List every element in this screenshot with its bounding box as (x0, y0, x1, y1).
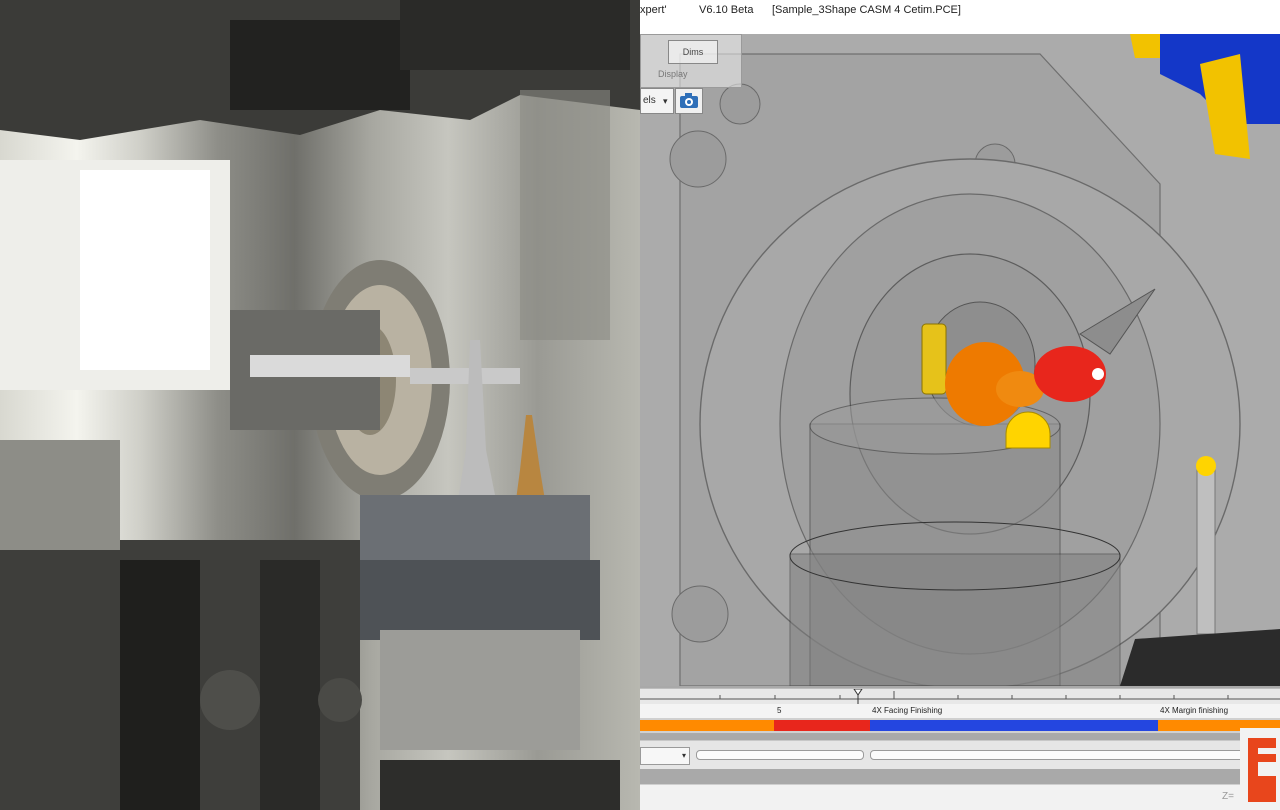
operation-label-2: 4X Margin finishing (1160, 706, 1229, 715)
app-title: xpert' (640, 4, 667, 16)
operation-segment-0-active[interactable] (774, 720, 870, 731)
cam-application: xpert' V6.10 Beta [Sample_3Shape CASM 4 … (640, 0, 1280, 810)
app-version: V6.10 Beta (699, 4, 754, 16)
simulation-controls: ▾ (640, 740, 1280, 769)
operation-labels: 5 4X Facing Finishing 4X Margin finishin… (640, 704, 1280, 718)
display-mode-select[interactable]: els ▾ (640, 88, 674, 114)
chevron-down-icon: ▾ (681, 751, 686, 760)
operation-bar[interactable] (640, 718, 1280, 734)
operation-label-0: 5 (777, 706, 782, 715)
machine-photo (0, 0, 640, 810)
chevron-down-icon: ▾ (663, 96, 668, 106)
speed-slider[interactable] (696, 750, 864, 760)
simulation-viewport[interactable] (640, 34, 1280, 690)
fixture-pin (921, 323, 947, 395)
bolt-hole (671, 585, 729, 643)
window-titlebar: xpert' V6.10 Beta [Sample_3Shape CASM 4 … (640, 0, 1280, 34)
brand-logo (1240, 728, 1280, 810)
snapshot-button[interactable] (675, 88, 703, 114)
timeline-cursor (853, 688, 863, 696)
panel-sublabel: Display (658, 69, 688, 79)
machine-simulation-scene (640, 34, 1280, 690)
bolt-hole (669, 130, 727, 188)
bolt-hole (719, 83, 761, 125)
timeline-ticks (640, 688, 1280, 705)
operation-segment-0[interactable] (640, 720, 774, 731)
progress-slider[interactable] (870, 750, 1252, 760)
document-filename: [Sample_3Shape CASM 4 Cetim.PCE] (772, 4, 961, 16)
operation-segment-1[interactable] (870, 720, 1158, 731)
operation-label-1: 4X Facing Finishing (872, 706, 943, 715)
camera-icon (680, 93, 698, 108)
display-mode-value: els (643, 95, 656, 106)
speed-select[interactable]: ▾ (640, 747, 690, 765)
zoom-readout: Z= (1222, 791, 1234, 802)
panel-tab[interactable]: Dims (668, 40, 718, 64)
status-bar: Z= (640, 784, 1280, 810)
machine-photo-illustration (0, 0, 640, 810)
rack-tool (1196, 463, 1216, 635)
